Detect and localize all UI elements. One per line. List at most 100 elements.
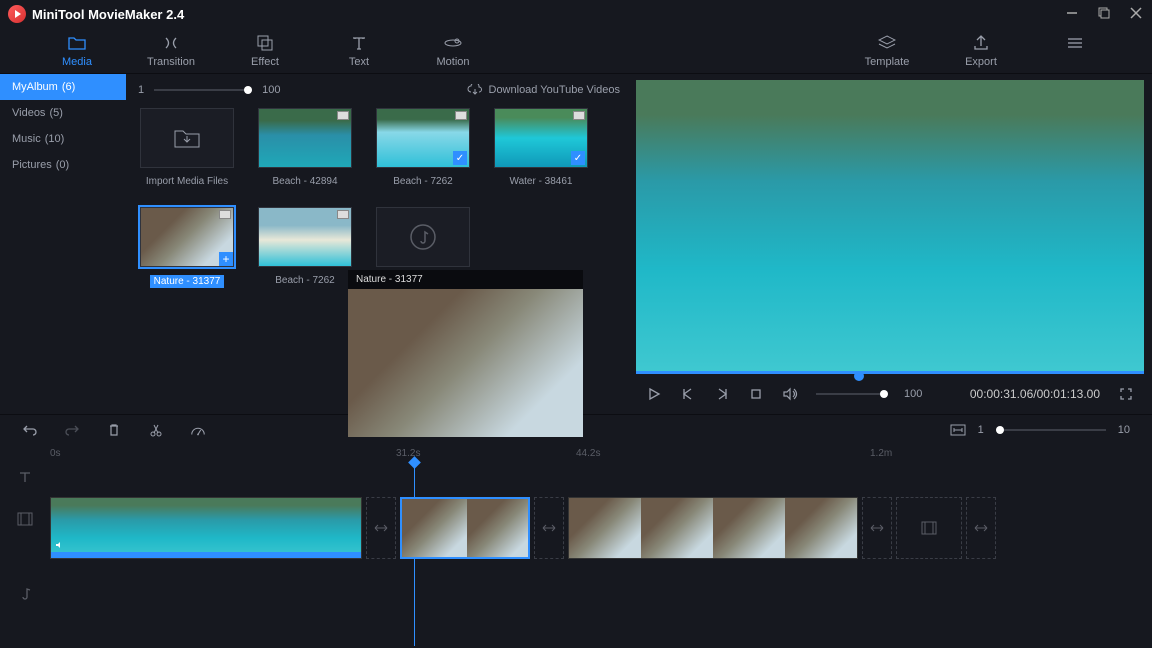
timecode: 00:00:31.06/00:01:13.00	[970, 387, 1100, 401]
stop-button[interactable]	[748, 386, 764, 402]
folder-icon	[68, 34, 86, 52]
tab-label: Effect	[251, 56, 279, 68]
timeline-zoom-slider[interactable]	[996, 429, 1106, 431]
maximize-icon[interactable]	[1098, 7, 1112, 21]
media-grid: Import Media Files Beach - 42894 ✓ Beach…	[138, 108, 620, 288]
ruler-mark: 44.2s	[576, 448, 600, 459]
video-track-icon	[14, 508, 36, 530]
video-badge-icon	[337, 210, 349, 219]
tab-transition[interactable]: Transition	[124, 34, 218, 68]
hover-title: Nature - 31377	[348, 270, 583, 289]
media-thumb[interactable]	[258, 207, 352, 267]
player-controls: 100 00:00:31.06/00:01:13.00	[636, 374, 1144, 414]
sidebar-item-pictures[interactable]: Pictures(0)	[0, 152, 126, 178]
sidebar-item-myalbum[interactable]: MyAlbum(6)	[0, 74, 126, 100]
thumb-zoom-max: 100	[262, 84, 280, 96]
main-toolbar: Media Transition Effect Text Motion Temp…	[0, 28, 1152, 74]
video-badge-icon	[337, 111, 349, 120]
tab-text[interactable]: Text	[312, 34, 406, 68]
ruler-mark: 1.2m	[870, 448, 892, 459]
sidebar-item-videos[interactable]: Videos(5)	[0, 100, 126, 126]
media-label: Nature - 31377	[150, 275, 225, 288]
volume-slider[interactable]	[816, 393, 886, 395]
folder-import-icon	[173, 127, 201, 149]
next-frame-button[interactable]	[714, 386, 730, 402]
media-card[interactable]: ✓ Water - 38461	[492, 108, 590, 187]
transition-slot[interactable]	[534, 497, 564, 559]
sidebar-item-music[interactable]: Music(10)	[0, 126, 126, 152]
slider-thumb-icon[interactable]	[996, 426, 1004, 434]
transition-slot[interactable]	[366, 497, 396, 559]
tl-zoom-min: 1	[978, 424, 984, 436]
fit-button[interactable]	[950, 422, 966, 438]
check-icon: ✓	[571, 151, 585, 165]
volume-button[interactable]	[782, 386, 798, 402]
hover-image	[348, 289, 583, 437]
media-thumb[interactable]: +	[140, 207, 234, 267]
sidebar-count: (10)	[45, 133, 65, 145]
music-note-icon	[409, 223, 437, 251]
audio-track-icon	[14, 582, 36, 604]
media-thumb[interactable]: ✓	[376, 108, 470, 168]
hover-preview: Nature - 31377	[348, 270, 583, 437]
fullscreen-button[interactable]	[1118, 386, 1134, 402]
speed-button[interactable]	[190, 422, 206, 438]
main-area: MyAlbum(6) Videos(5) Music(10) Pictures(…	[0, 74, 1152, 414]
transition-slot[interactable]	[862, 497, 892, 559]
import-thumb[interactable]	[140, 108, 234, 168]
tab-effect[interactable]: Effect	[218, 34, 312, 68]
check-icon: ✓	[453, 151, 467, 165]
clip-audio-icon	[51, 552, 361, 558]
media-card[interactable]: + Nature - 31377	[138, 207, 236, 288]
delete-button[interactable]	[106, 422, 122, 438]
minimize-icon[interactable]	[1066, 7, 1080, 21]
media-card[interactable]: Beach - 7262	[256, 207, 354, 288]
add-icon[interactable]: +	[219, 252, 233, 266]
export-icon	[972, 34, 990, 52]
download-youtube-link[interactable]: Download YouTube Videos	[467, 84, 621, 96]
media-card[interactable]: Beach - 42894	[256, 108, 354, 187]
clip[interactable]	[568, 497, 858, 559]
timeline	[0, 466, 1152, 646]
media-thumb[interactable]	[258, 108, 352, 168]
tab-label: Text	[349, 56, 369, 68]
tab-media[interactable]: Media	[30, 34, 124, 68]
media-card[interactable]: ✓ Beach - 7262	[374, 108, 472, 187]
split-button[interactable]	[148, 422, 164, 438]
hamburger-icon	[1066, 34, 1084, 52]
thumb-zoom-slider[interactable]	[154, 89, 252, 91]
close-icon[interactable]	[1130, 7, 1144, 21]
slider-thumb-icon[interactable]	[880, 390, 888, 398]
play-button[interactable]	[646, 386, 662, 402]
transition-slot[interactable]	[966, 497, 996, 559]
scrubber[interactable]	[636, 371, 1144, 374]
video-track[interactable]	[50, 494, 1152, 562]
preview-video[interactable]	[636, 80, 1144, 374]
media-thumb[interactable]: ✓	[494, 108, 588, 168]
tl-zoom-max: 10	[1118, 424, 1130, 436]
menu-button[interactable]	[1028, 34, 1122, 68]
timeline-ruler[interactable]: 0s 31.2s 44.2s 1.2m	[0, 444, 1152, 466]
clip-selected[interactable]	[400, 497, 530, 559]
template-icon	[878, 34, 896, 52]
undo-button[interactable]	[22, 422, 38, 438]
download-label: Download YouTube Videos	[489, 84, 621, 96]
video-badge-icon	[573, 111, 585, 120]
redo-button[interactable]	[64, 422, 80, 438]
tab-export[interactable]: Export	[934, 34, 1028, 68]
sidebar: MyAlbum(6) Videos(5) Music(10) Pictures(…	[0, 74, 126, 414]
prev-frame-button[interactable]	[680, 386, 696, 402]
tab-label: Motion	[436, 56, 469, 68]
tab-motion[interactable]: Motion	[406, 34, 500, 68]
clip[interactable]	[50, 497, 362, 559]
window-controls	[1066, 7, 1144, 21]
tab-template[interactable]: Template	[840, 34, 934, 68]
audio-thumb[interactable]	[376, 207, 470, 267]
titlebar: MiniTool MovieMaker 2.4	[0, 0, 1152, 28]
import-card[interactable]: Import Media Files	[138, 108, 236, 187]
import-label: Import Media Files	[146, 176, 228, 187]
media-label: Beach - 7262	[275, 275, 335, 286]
preview-pane: 100 00:00:31.06/00:01:13.00	[632, 74, 1152, 414]
slider-thumb-icon[interactable]	[244, 86, 252, 94]
empty-clip-slot[interactable]	[896, 497, 962, 559]
